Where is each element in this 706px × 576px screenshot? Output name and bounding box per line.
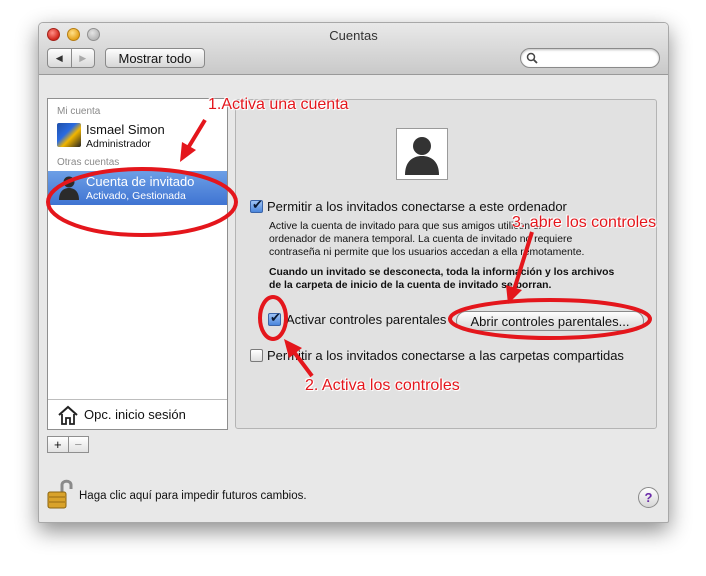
warning-line-2: de la carpeta de inicio de la cuenta de … <box>269 280 552 291</box>
description-line-1: Active la cuenta de invitado para que su… <box>269 221 542 232</box>
annotation-step-2: 2. Activa los controles <box>305 377 460 394</box>
annotation-step-1: 1.Activa una cuenta <box>208 96 349 113</box>
title-bar: Cuentas ◀ ▶ Mostrar todo <box>39 23 668 75</box>
forward-button[interactable]: ▶ <box>70 49 95 67</box>
account-name: Ismael Simon <box>86 122 165 137</box>
guest-picture[interactable] <box>396 128 448 180</box>
accounts-window: Cuentas ◀ ▶ Mostrar todo Mi cuenta Ismae… <box>38 22 669 523</box>
other-accounts-header: Otras cuentas <box>57 157 120 168</box>
checkmark-icon: ✔ <box>252 197 263 212</box>
help-button[interactable]: ? <box>638 487 659 508</box>
guest-silhouette-icon <box>57 174 81 203</box>
warning-line-1: Cuando un invitado se desconecta, toda l… <box>269 267 615 278</box>
add-remove-buttons: + − <box>47 436 89 453</box>
search-icon <box>526 52 538 67</box>
account-role: Administrador <box>86 138 151 150</box>
account-row-ismael[interactable]: Ismael Simon Administrador <box>48 119 227 153</box>
home-icon <box>57 404 79 429</box>
lock-button[interactable] <box>47 478 73 513</box>
my-account-header: Mi cuenta <box>57 106 101 117</box>
allow-guests-label: Permitir a los invitados conectarse a es… <box>267 199 567 214</box>
back-button[interactable]: ◀ <box>48 49 71 67</box>
accounts-list: Mi cuenta Ismael Simon Administrador Otr… <box>47 98 228 430</box>
guest-silhouette-large-icon <box>405 137 439 175</box>
login-options-item[interactable]: Opc. inicio sesión <box>48 399 227 429</box>
description-line-2: ordenador de manera temporal. La cuenta … <box>269 234 573 245</box>
unlocked-padlock-icon <box>47 479 73 509</box>
description-line-3: contraseña ni permite que los usuarios a… <box>269 247 585 258</box>
parental-controls-checkbox[interactable]: ✔ <box>268 310 281 326</box>
window-title: Cuentas <box>329 28 378 43</box>
account-row-guest[interactable]: Cuenta de invitado Activado, Gestionada <box>48 171 227 205</box>
open-parental-controls-button[interactable]: Abrir controles parentales... <box>456 311 644 331</box>
nav-buttons: ◀ ▶ <box>47 48 95 68</box>
search-input[interactable] <box>520 48 660 68</box>
login-options-label: Opc. inicio sesión <box>84 407 186 422</box>
checkmark-icon: ✔ <box>270 310 281 325</box>
shared-folders-label: Permitir a los invitados conectarse a la… <box>267 348 624 363</box>
guest-account-name: Cuenta de invitado <box>86 174 195 189</box>
allow-guests-checkbox[interactable]: ✔ <box>250 197 263 213</box>
lock-label: Haga clic aquí para impedir futuros camb… <box>79 490 307 502</box>
shared-folders-checkbox[interactable] <box>250 349 263 362</box>
guest-account-status: Activado, Gestionada <box>86 190 186 202</box>
add-account-button[interactable]: + <box>48 437 68 452</box>
show-all-button[interactable]: Mostrar todo <box>105 48 205 68</box>
parrot-avatar-icon <box>57 123 81 147</box>
remove-account-button[interactable]: − <box>67 437 89 452</box>
parental-controls-label: Activar controles parentales <box>286 312 447 327</box>
annotation-step-3: 3. abre los controles <box>512 214 657 231</box>
